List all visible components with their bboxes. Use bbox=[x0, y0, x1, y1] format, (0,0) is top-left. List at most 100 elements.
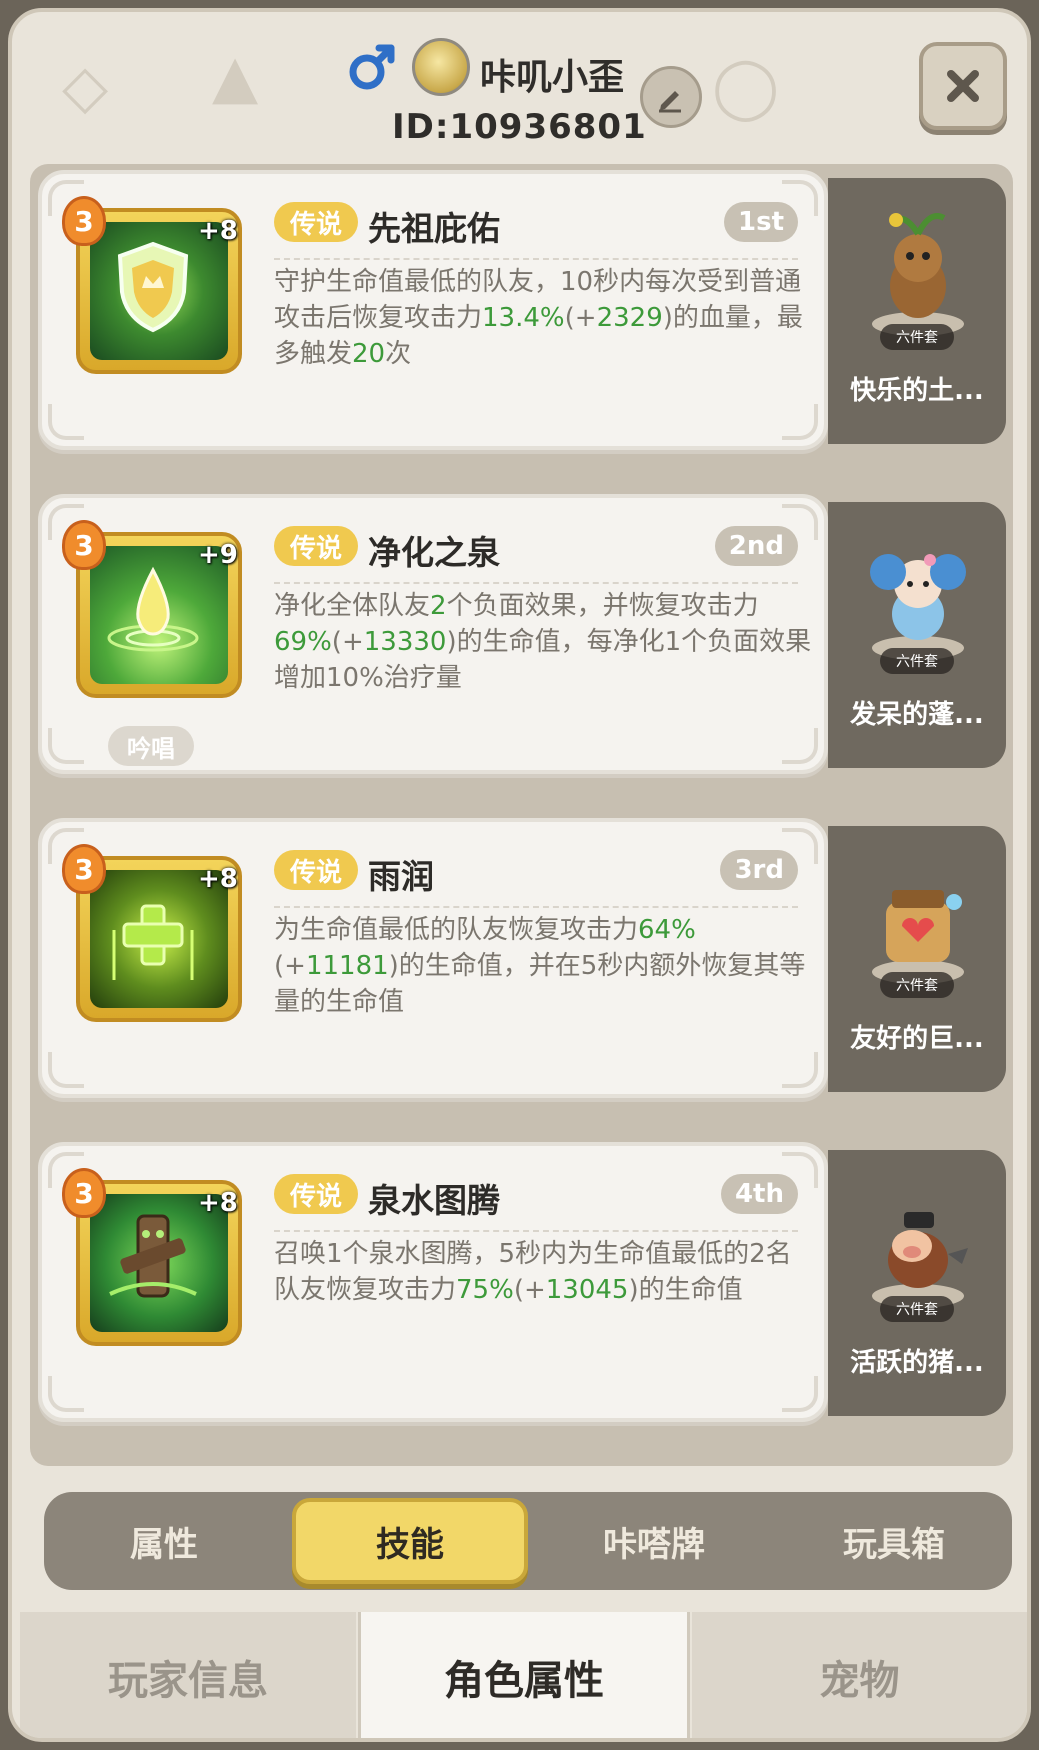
divider bbox=[274, 1230, 798, 1232]
pet-name: 发呆的蓬... bbox=[850, 700, 984, 730]
six-set-tag: 六件套 bbox=[880, 324, 954, 350]
skill-description: 为生命值最低的队友恢复攻击力64%(+11181)的生命值，并在5秒内额外恢复其… bbox=[274, 912, 814, 1020]
bottom-tab-bar: 玩家信息 角色属性 宠物 bbox=[20, 1612, 1027, 1738]
card-corner-decoration bbox=[782, 1052, 818, 1088]
tab-toy-box[interactable]: 玩具箱 bbox=[776, 1492, 1012, 1590]
edit-name-button[interactable] bbox=[640, 66, 702, 128]
card-corner-decoration bbox=[48, 1376, 84, 1412]
skill-rank-badge: 2nd bbox=[714, 526, 798, 566]
skill-name: 泉水图腾 bbox=[368, 1181, 500, 1220]
tab-kada-cards[interactable]: 咔嗒牌 bbox=[536, 1492, 772, 1590]
skill-row[interactable]: 3 +8 传说 泉水图腾 4th 召唤1个泉水图腾，5秒内为生命值最低的2名队友… bbox=[30, 1136, 1013, 1436]
skill-rank-badge: 4th bbox=[720, 1174, 798, 1214]
six-set-tag: 六件套 bbox=[880, 648, 954, 674]
skill-plus-badge: +8 bbox=[198, 1188, 238, 1218]
skill-row[interactable]: 3 +8 传说 先祖庇佑 1st 守护生命值最低的队友，10秒内每次受到普通攻击… bbox=[30, 164, 1013, 464]
skill-level-badge: 3 bbox=[62, 1168, 106, 1218]
skill-card[interactable]: 3 +9 传说 净化之泉 2nd 净化全体队友2个负面效果，并恢复攻击力 69%(… bbox=[38, 494, 828, 774]
skill-card[interactable]: 3 +8 传说 先祖庇佑 1st 守护生命值最低的队友，10秒内每次受到普通攻击… bbox=[38, 170, 828, 450]
highlight-value: 75% bbox=[456, 1275, 514, 1305]
pet-slot[interactable]: 六件套 快乐的土... bbox=[828, 178, 1006, 444]
skill-plus-badge: +8 bbox=[198, 216, 238, 246]
description-text: (+ bbox=[564, 303, 597, 333]
skill-name: 先祖庇佑 bbox=[368, 209, 500, 248]
card-corner-decoration bbox=[782, 1376, 818, 1412]
six-set-tag: 六件套 bbox=[880, 1296, 954, 1322]
tab-player-info[interactable]: 玩家信息 bbox=[20, 1612, 356, 1738]
description-text: 为生命值最低的队友恢复攻击力 bbox=[274, 915, 639, 945]
pencil-icon bbox=[659, 91, 681, 113]
close-button[interactable] bbox=[919, 42, 1007, 130]
pet-name: 活跃的猪... bbox=[850, 1348, 984, 1378]
skill-description: 净化全体队友2个负面效果，并恢复攻击力69%(+13330)的生命值，每净化1个… bbox=[274, 588, 814, 696]
male-symbol-icon bbox=[347, 40, 399, 92]
highlight-value: 13330 bbox=[363, 627, 447, 657]
skill-level-badge: 3 bbox=[62, 844, 106, 894]
highlight-value: 11181 bbox=[305, 951, 389, 981]
pet-name: 友好的巨... bbox=[850, 1024, 984, 1054]
chant-tag: 吟唱 bbox=[108, 726, 194, 766]
description-text: (+ bbox=[331, 627, 364, 657]
six-set-tag: 六件套 bbox=[880, 972, 954, 998]
skill-rank-badge: 1st bbox=[724, 202, 798, 242]
skill-level-badge: 3 bbox=[62, 520, 106, 570]
skill-level-badge: 3 bbox=[62, 196, 106, 246]
description-text: (+ bbox=[274, 951, 306, 981]
divider bbox=[274, 906, 798, 908]
description-text: (+ bbox=[513, 1275, 546, 1305]
highlight-value: 20 bbox=[352, 339, 386, 369]
divider bbox=[274, 258, 798, 260]
skill-description: 召唤1个泉水图腾，5秒内为生命值最低的2名队友恢复攻击力75%(+13045)的… bbox=[274, 1236, 814, 1308]
card-corner-decoration bbox=[48, 728, 84, 764]
skill-card[interactable]: 3 +8 传说 泉水图腾 4th 召唤1个泉水图腾，5秒内为生命值最低的2名队友… bbox=[38, 1142, 828, 1422]
sub-tab-bar: 属性 技能 咔嗒牌 玩具箱 bbox=[44, 1492, 1012, 1590]
skill-plus-badge: +9 bbox=[198, 540, 238, 570]
description-text: )的生命值 bbox=[628, 1275, 743, 1305]
skill-row[interactable]: 3 +8 传说 雨润 3rd 为生命值最低的队友恢复攻击力64%(+11181)… bbox=[30, 812, 1013, 1112]
profile-panel: ◇ ▲ ◯ 咔叽小歪 ID:10936801 3 +8 传说 先祖庇佑 1st … bbox=[8, 8, 1031, 1742]
skill-rank-badge: 3rd bbox=[720, 850, 798, 890]
card-corner-decoration bbox=[48, 404, 84, 440]
rarity-tag: 传说 bbox=[274, 526, 358, 566]
highlight-value: 2329 bbox=[596, 303, 663, 333]
skill-plus-badge: +8 bbox=[198, 864, 238, 894]
description-text: 次 bbox=[385, 339, 412, 369]
player-name: 咔叽小歪 bbox=[480, 57, 625, 98]
skill-description: 守护生命值最低的队友，10秒内每次受到普通攻击后恢复攻击力13.4%(+2329… bbox=[274, 264, 814, 372]
pet-slot[interactable]: 六件套 友好的巨... bbox=[828, 826, 1006, 1092]
tab-attributes[interactable]: 属性 bbox=[44, 1492, 284, 1590]
player-avatar[interactable] bbox=[412, 38, 470, 96]
profile-header: 咔叽小歪 ID:10936801 bbox=[12, 12, 1027, 162]
card-corner-decoration bbox=[782, 404, 818, 440]
pet-slot[interactable]: 六件套 发呆的蓬... bbox=[828, 502, 1006, 768]
pet-slot[interactable]: 六件套 活跃的猪... bbox=[828, 1150, 1006, 1416]
rarity-tag: 传说 bbox=[274, 850, 358, 890]
highlight-value: 13.4% bbox=[482, 303, 565, 333]
tab-character-attributes[interactable]: 角色属性 bbox=[358, 1612, 690, 1738]
skill-row[interactable]: 3 +9 传说 净化之泉 2nd 净化全体队友2个负面效果，并恢复攻击力 69%(… bbox=[30, 488, 1013, 788]
highlight-value: 69% bbox=[274, 627, 332, 657]
highlight-value: 2 bbox=[430, 591, 447, 621]
highlight-value: 13045 bbox=[545, 1275, 629, 1305]
skill-name: 净化之泉 bbox=[368, 533, 500, 572]
description-text: 净化全体队友 bbox=[274, 591, 431, 621]
pet-image bbox=[856, 202, 980, 340]
highlight-value: 64% bbox=[638, 915, 696, 945]
pet-image bbox=[856, 850, 980, 988]
description-text: 个负面效果，并恢复攻击力 bbox=[446, 591, 759, 621]
tab-skills[interactable]: 技能 bbox=[292, 1498, 528, 1584]
pet-image bbox=[856, 526, 980, 664]
rarity-tag: 传说 bbox=[274, 202, 358, 242]
skill-list[interactable]: 3 +8 传说 先祖庇佑 1st 守护生命值最低的队友，10秒内每次受到普通攻击… bbox=[30, 164, 1013, 1466]
card-corner-decoration bbox=[782, 728, 818, 764]
player-id: ID:10936801 bbox=[392, 107, 647, 147]
pet-image bbox=[856, 1174, 980, 1312]
skill-name: 雨润 bbox=[368, 857, 434, 896]
pet-name: 快乐的土... bbox=[850, 376, 984, 406]
tab-pets[interactable]: 宠物 bbox=[692, 1612, 1027, 1738]
rarity-tag: 传说 bbox=[274, 1174, 358, 1214]
skill-card[interactable]: 3 +8 传说 雨润 3rd 为生命值最低的队友恢复攻击力64%(+11181)… bbox=[38, 818, 828, 1098]
close-icon bbox=[947, 70, 979, 102]
divider bbox=[274, 582, 798, 584]
card-corner-decoration bbox=[48, 1052, 84, 1088]
